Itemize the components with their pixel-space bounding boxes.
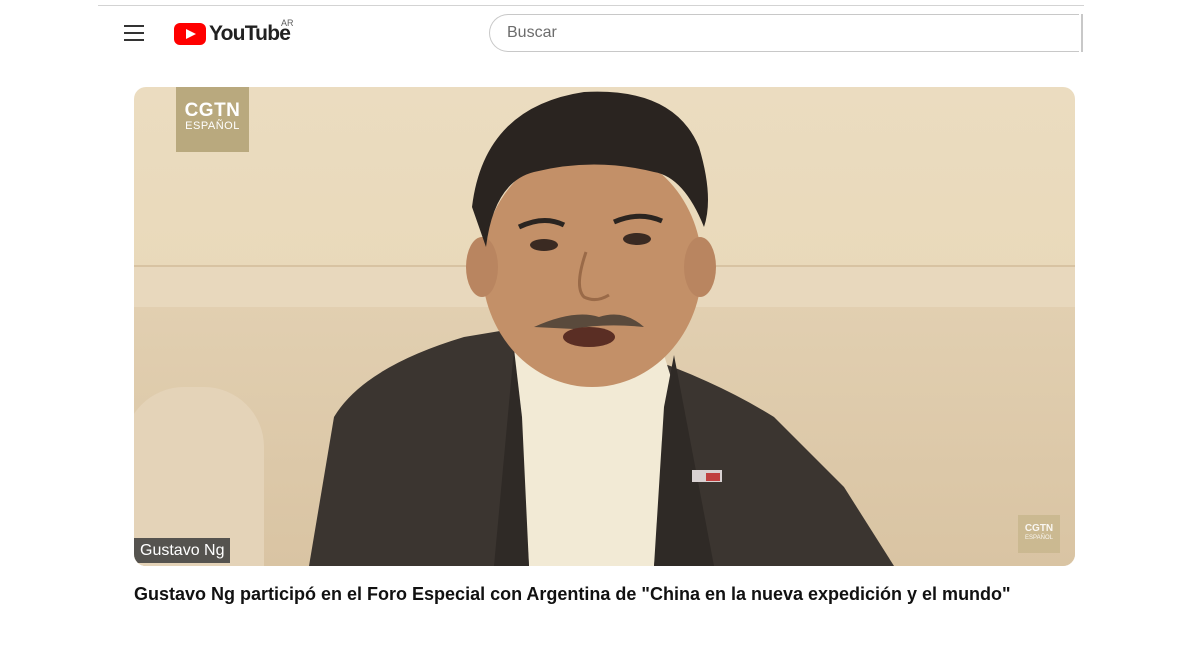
youtube-play-icon [174, 23, 206, 45]
cgtn-watermark-line2: ESPAÑOL [1025, 535, 1053, 541]
cgtn-logo: CGTN ESPAÑOL [176, 87, 249, 152]
cgtn-logo-line1: CGTN [184, 100, 241, 121]
cgtn-logo-line2: ESPAÑOL [185, 120, 240, 132]
video-player[interactable]: CGTN ESPAÑOL CGTN ESPAÑOL Gustavo Ng [134, 87, 1075, 566]
youtube-logo-text: YouTube [209, 22, 291, 45]
hamburger-menu-button[interactable] [124, 25, 146, 42]
speaker-name-tag: Gustavo Ng [134, 538, 231, 563]
search-input[interactable] [489, 14, 1079, 52]
search-box-edge [1081, 14, 1083, 52]
region-code: AR [281, 18, 294, 28]
top-divider [98, 5, 1084, 6]
video-title[interactable]: Gustavo Ng participó en el Foro Especial… [134, 581, 1064, 607]
video-frame-person [309, 91, 894, 566]
cgtn-watermark-line1: CGTN [1024, 523, 1054, 534]
cgtn-watermark: CGTN ESPAÑOL [1018, 515, 1060, 553]
youtube-logo[interactable]: YouTube [174, 22, 291, 46]
menu-icon-bar [124, 39, 144, 41]
menu-icon-bar [124, 25, 144, 27]
menu-icon-bar [124, 32, 144, 34]
